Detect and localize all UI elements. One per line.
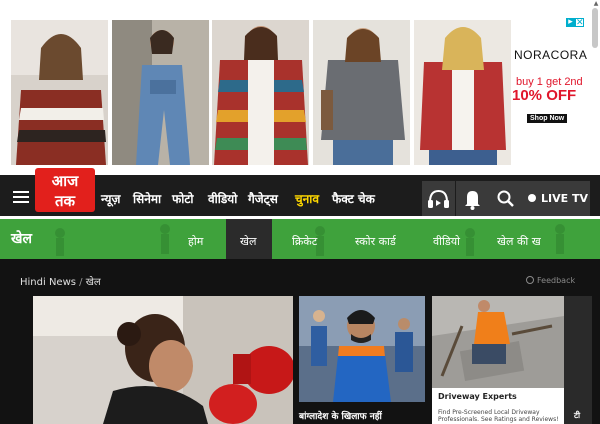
story-card-partial[interactable] <box>564 296 592 424</box>
sponsored-card[interactable] <box>432 296 564 424</box>
section-title: खेल <box>11 231 32 247</box>
story-caption-partial[interactable]: टी <box>574 410 580 421</box>
ad-product-image-1[interactable] <box>11 20 108 165</box>
nav-video[interactable]: वीडियो <box>208 190 237 207</box>
ad-shop-button[interactable]: Shop Now <box>527 114 568 123</box>
svg-text:तक: तक <box>54 192 77 210</box>
live-dot-icon <box>528 194 536 202</box>
tab-video[interactable]: वीडियो <box>433 234 460 249</box>
ad-product-image-3[interactable] <box>212 20 309 165</box>
nav-cinema[interactable]: सिनेमा <box>133 190 161 207</box>
ad-product-image-4[interactable] <box>313 20 410 165</box>
ad-discount: 10% OFF <box>512 87 577 104</box>
ad-banner[interactable]: ▸ ✕ NORACORA buy 1 get 2nd 10% OFF Shop … <box>0 0 600 175</box>
tab-home[interactable]: होम <box>188 234 203 249</box>
feedback-link[interactable]: Feedback <box>526 276 575 285</box>
sponsored-title[interactable]: Driveway Experts <box>438 392 517 401</box>
page: ▸ ✕ NORACORA buy 1 get 2nd 10% OFF Shop … <box>0 0 600 424</box>
scroll-up-arrow-icon[interactable]: ▲ <box>592 0 600 7</box>
svg-text:आज: आज <box>52 172 79 190</box>
bell-icon[interactable] <box>456 181 489 216</box>
story-caption[interactable]: बांग्लादेश के खिलाफ नहीं <box>299 409 425 422</box>
scrollbar-thumb[interactable] <box>592 8 598 48</box>
story-card-cricket[interactable] <box>299 296 425 402</box>
feedback-icon <box>526 276 534 284</box>
search-icon[interactable] <box>489 181 522 216</box>
tab-sports[interactable]: खेल <box>240 234 256 249</box>
ad-product-image-2[interactable] <box>112 20 209 165</box>
nav-fact-check[interactable]: फैक्ट चेक <box>332 190 375 207</box>
tab-cricket[interactable]: क्रिकेट <box>292 234 317 249</box>
story-card-main[interactable] <box>33 296 293 424</box>
hamburger-icon[interactable] <box>13 191 29 203</box>
ad-product-image-5[interactable] <box>414 20 511 165</box>
feedback-label: Feedback <box>537 276 576 285</box>
adchoices-icon[interactable]: ▸ <box>566 18 575 27</box>
nav-gadgets[interactable]: गैजेट्स <box>248 190 278 207</box>
tab-scorecard[interactable]: स्कोर कार्ड <box>355 234 396 249</box>
sponsored-text: Find Pre-Screened Local Driveway Profess… <box>438 409 559 423</box>
tab-sports-news[interactable]: खेल की ख <box>497 234 541 249</box>
breadcrumb-separator: / <box>79 277 83 288</box>
nav-photo[interactable]: फोटो <box>172 190 194 207</box>
ad-close-icon[interactable]: ✕ <box>575 18 584 28</box>
breadcrumb-current: खेल <box>85 277 101 288</box>
nav-elections[interactable]: चुनाव <box>295 190 319 207</box>
ad-brand: NORACORA <box>514 48 588 62</box>
breadcrumb: Hindi News / खेल <box>20 274 101 288</box>
breadcrumb-home-link[interactable]: Hindi News <box>20 277 76 288</box>
live-tv-label: LIVE TV <box>541 192 588 205</box>
podcast-icon[interactable] <box>422 181 455 216</box>
nav-news[interactable]: न्यूज़ <box>101 190 120 207</box>
aajtak-logo[interactable]: आज तक <box>35 168 95 212</box>
live-tv-button[interactable]: LIVE TV <box>521 181 590 216</box>
